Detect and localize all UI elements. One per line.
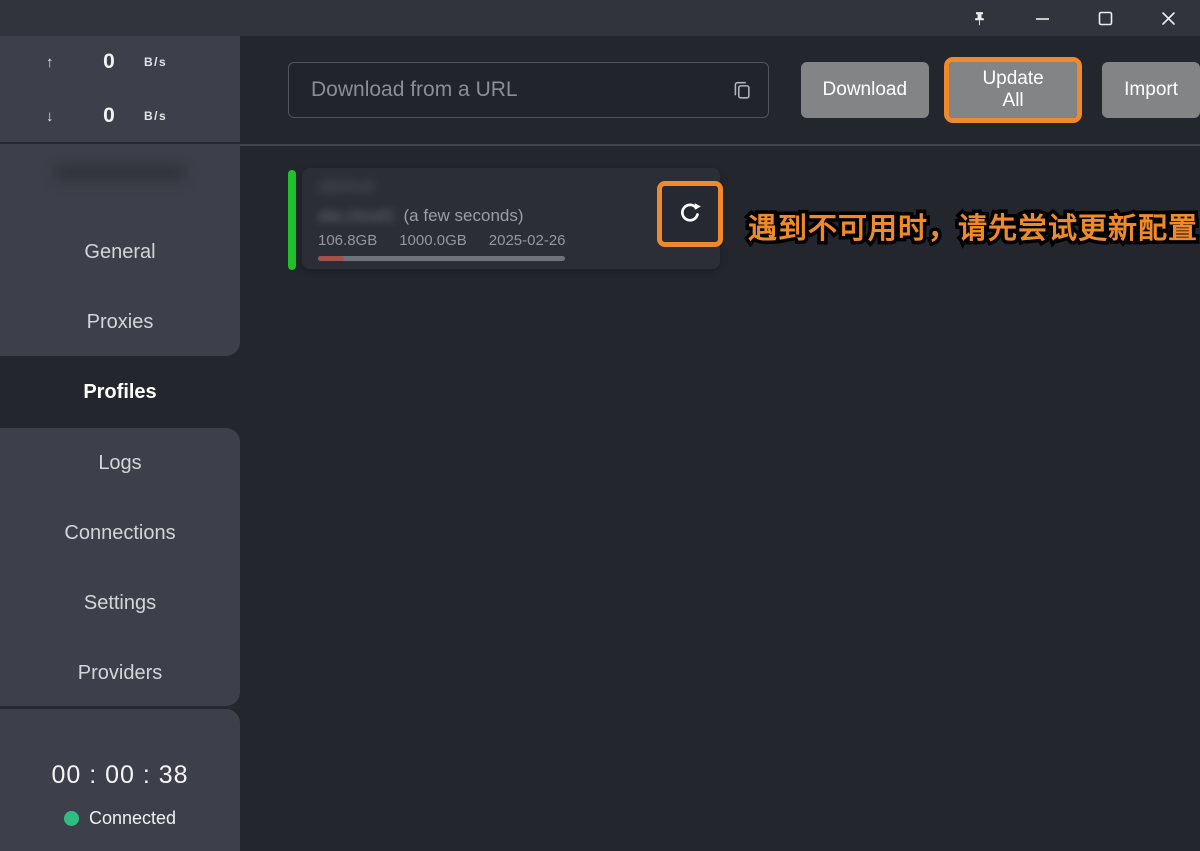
download-arrow-icon: ↓ [46, 108, 74, 125]
status-label: Connected [89, 808, 176, 829]
profile-host-masked: ala.cloud1 [318, 206, 396, 226]
profile-card[interactable]: alacloud ala.cloud1 (a few seconds) 106.8… [302, 168, 720, 269]
profile-usage: 106.8GB 1000.0GB 2025-02-26 [318, 232, 704, 249]
upload-speed: ↑ 0 B/s [46, 48, 200, 76]
url-input-wrap [288, 62, 769, 118]
sidebar-item-providers[interactable]: Providers [0, 638, 240, 708]
maximize-icon[interactable] [1074, 0, 1137, 36]
sidebar-item-general[interactable]: General [0, 217, 240, 287]
update-all-highlight-box: Update All [944, 57, 1082, 123]
masked-app-logo [55, 166, 185, 179]
refresh-icon [677, 200, 703, 229]
titlebar [0, 0, 1200, 36]
sidebar: ↑ 0 B/s ↓ 0 B/s General Proxies Profiles… [0, 36, 240, 851]
nav-group-top: General Proxies [0, 144, 240, 356]
profile-expire-date: 2025-02-26 [489, 232, 566, 249]
profile-progress-track [318, 256, 565, 261]
download-unit: B/s [144, 109, 200, 123]
main-panel: Download Update All Import alacloud ala.… [240, 36, 1200, 851]
upload-value: 0 [74, 50, 144, 74]
download-speed: ↓ 0 B/s [46, 102, 200, 130]
sidebar-item-profiles[interactable]: Profiles [0, 356, 240, 428]
profile-progress-fill [318, 256, 344, 261]
download-button[interactable]: Download [801, 62, 930, 118]
import-button[interactable]: Import [1102, 62, 1200, 118]
refresh-highlight-box [657, 181, 723, 247]
nav-group-bottom: Logs Connections Settings Providers [0, 428, 240, 706]
connection-status: Connected [64, 808, 176, 829]
profile-used: 106.8GB [318, 232, 377, 249]
upload-arrow-icon: ↑ [46, 54, 74, 71]
traffic-stats: ↑ 0 B/s ↓ 0 B/s [0, 36, 240, 144]
profile-name-masked: alacloud [318, 178, 704, 196]
sidebar-footer: 00 : 00 : 38 Connected [0, 709, 240, 851]
active-profile-indicator [288, 170, 296, 270]
uptime-timer: 00 : 00 : 38 [51, 761, 188, 790]
paste-from-clipboard-icon[interactable] [731, 79, 753, 101]
profile-total: 1000.0GB [399, 232, 467, 249]
minimize-icon[interactable] [1011, 0, 1074, 36]
profile-updated-ago: (a few seconds) [404, 206, 524, 225]
tutorial-annotation-text: 遇到不可用时，请先尝试更新配置 [748, 205, 1198, 247]
profiles-content: alacloud ala.cloud1 (a few seconds) 106.8… [240, 144, 1200, 851]
sidebar-item-connections[interactable]: Connections [0, 498, 240, 568]
profile-updated: ala.cloud1 (a few seconds) [318, 206, 704, 226]
pin-icon[interactable] [948, 0, 1011, 36]
url-input[interactable] [288, 62, 769, 118]
sidebar-item-proxies[interactable]: Proxies [0, 287, 240, 357]
refresh-profile-button[interactable] [662, 186, 718, 242]
status-dot-icon [64, 811, 79, 826]
app-window: ↑ 0 B/s ↓ 0 B/s General Proxies Profiles… [0, 0, 1200, 851]
upload-unit: B/s [144, 55, 200, 69]
sidebar-item-settings[interactable]: Settings [0, 568, 240, 638]
profiles-toolbar: Download Update All Import [240, 36, 1200, 144]
download-value: 0 [74, 104, 144, 128]
sidebar-item-logs[interactable]: Logs [0, 428, 240, 498]
close-icon[interactable] [1137, 0, 1200, 36]
update-all-button[interactable]: Update All [949, 62, 1077, 118]
